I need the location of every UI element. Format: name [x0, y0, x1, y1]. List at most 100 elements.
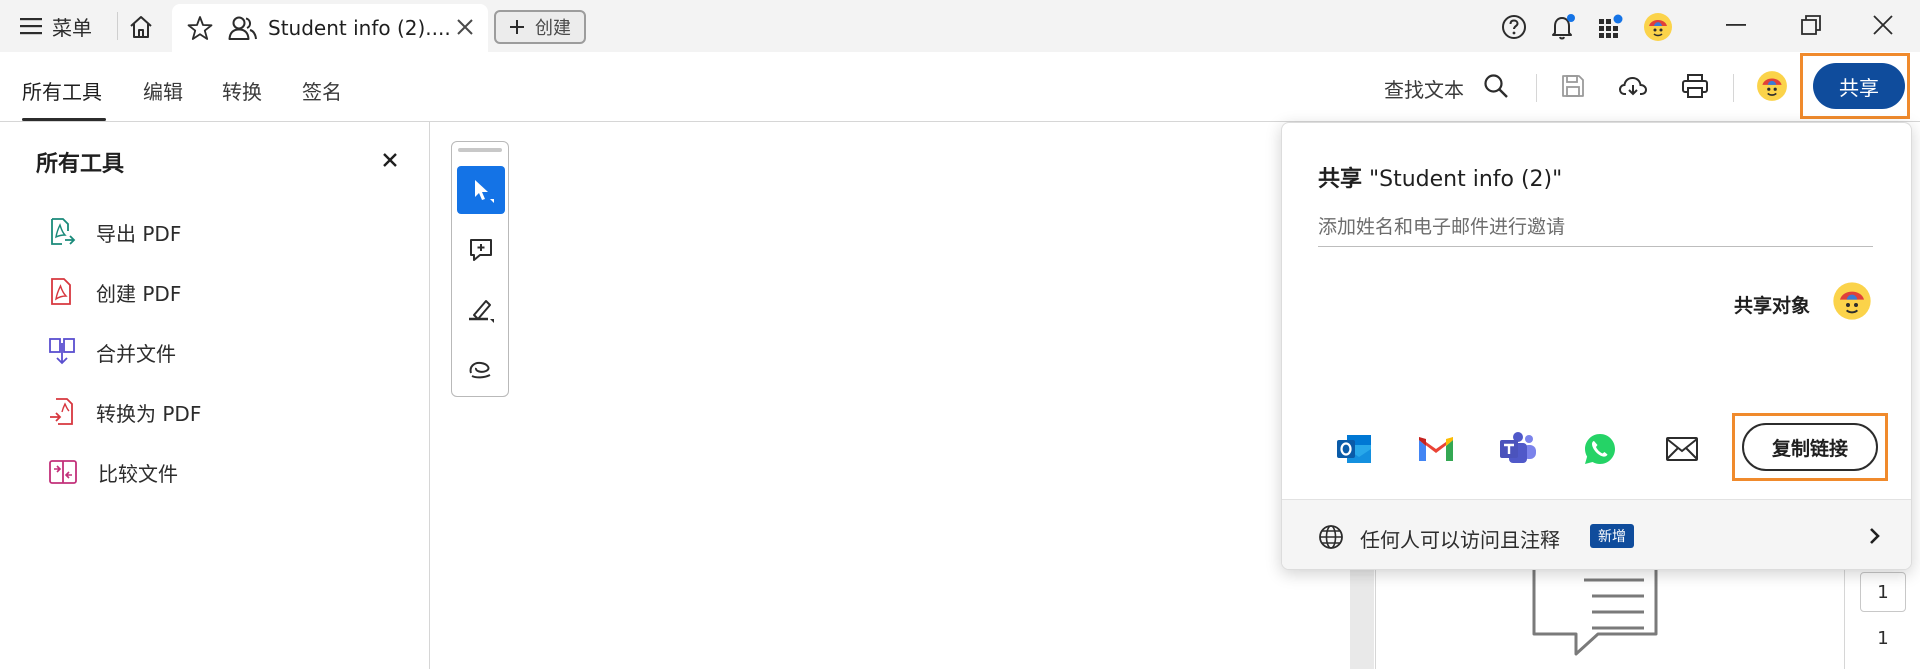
shared-people-icon [228, 14, 258, 42]
find-text-label[interactable]: 查找文本 [1384, 74, 1464, 103]
tool-label: 导出 PDF [96, 221, 182, 246]
share-dialog-title: 共享 "Student info (2)" [1318, 161, 1562, 193]
highlight-tool-button[interactable] [457, 286, 505, 334]
tab-convert[interactable]: 转换 [222, 76, 262, 105]
page-number-input[interactable]: 1 [1860, 572, 1906, 612]
document-tab[interactable]: Student info (2).... [172, 4, 488, 52]
link-access-text: 任何人可以访问且注释 [1360, 528, 1560, 552]
add-comment-button[interactable] [457, 226, 505, 274]
restore-icon [1801, 15, 1821, 35]
share-whatsapp-button[interactable] [1580, 429, 1620, 469]
share-gmail-button[interactable] [1416, 429, 1456, 469]
tab-edit[interactable]: 编辑 [143, 76, 183, 105]
quick-tools-bar [451, 141, 509, 397]
new-badge: 新增 [1590, 524, 1634, 548]
tool-label: 转换为 PDF [96, 401, 202, 426]
active-tab-indicator [22, 118, 106, 121]
create-pdf-icon [48, 277, 76, 307]
link-access-settings[interactable]: 任何人可以访问且注释 新增 [1282, 499, 1911, 569]
share-dialog: 共享 "Student info (2)" 共享对象 复制链接 任何人可以 [1281, 122, 1912, 570]
avatar-icon [1643, 12, 1673, 42]
tool-convert-to-pdf[interactable]: 转换为 PDF [48, 394, 201, 430]
tab-sign[interactable]: 签名 [302, 76, 342, 105]
cursor-icon [466, 175, 496, 205]
divider [1733, 74, 1734, 102]
whatsapp-icon [1582, 431, 1618, 467]
share-email-button[interactable] [1662, 429, 1702, 469]
convert-to-pdf-icon [48, 397, 76, 427]
drag-handle[interactable] [458, 148, 502, 152]
window-close-button[interactable] [1863, 10, 1903, 40]
home-button[interactable] [126, 12, 156, 42]
notifications-button[interactable] [1548, 12, 1578, 42]
menu-button[interactable]: 菜单 [20, 12, 92, 40]
star-icon[interactable] [186, 14, 214, 42]
share-title-document: "Student info (2)" [1362, 167, 1563, 192]
outlook-icon [1335, 431, 1373, 467]
divider [1536, 74, 1537, 102]
toolbar-avatar-button[interactable] [1756, 70, 1788, 102]
avatar [1832, 281, 1872, 321]
restore-button[interactable] [1791, 10, 1831, 40]
save-icon [1560, 73, 1586, 99]
highlighter-icon [466, 295, 496, 325]
tool-label: 合并文件 [96, 341, 176, 366]
minimize-icon [1726, 23, 1746, 27]
cloud-sync-icon [1618, 73, 1648, 99]
create-button[interactable]: 创建 [494, 10, 586, 44]
select-tool-button[interactable] [457, 166, 505, 214]
tab-title: Student info (2).... [268, 16, 451, 40]
share-to-label: 共享对象 [1734, 295, 1811, 317]
close-icon [1873, 15, 1893, 35]
close-tab-icon[interactable] [456, 18, 474, 36]
divider [117, 12, 118, 40]
printer-icon [1681, 73, 1709, 99]
mail-icon [1665, 436, 1699, 462]
print-button[interactable] [1679, 70, 1711, 102]
draw-tool-button[interactable] [457, 346, 505, 394]
tool-export-pdf[interactable]: 导出 PDF [48, 214, 181, 250]
globe-icon [1318, 524, 1344, 550]
close-panel-icon[interactable] [382, 152, 398, 168]
user-avatar-button[interactable] [1643, 12, 1673, 42]
save-button[interactable] [1557, 70, 1589, 102]
tool-combine-files[interactable]: 合并文件 [48, 334, 176, 370]
tab-all-tools[interactable]: 所有工具 [22, 76, 102, 105]
apps-grid-icon [1597, 13, 1625, 41]
freehand-draw-icon [466, 357, 496, 383]
plus-icon [509, 19, 525, 35]
page-total: 1 [1877, 628, 1889, 649]
tool-label: 比较文件 [98, 461, 178, 486]
search-button[interactable] [1480, 70, 1512, 102]
copy-link-button[interactable]: 复制链接 [1742, 423, 1878, 471]
invite-email-input[interactable] [1318, 207, 1873, 247]
tool-label: 创建 PDF [96, 281, 182, 306]
gmail-icon [1417, 434, 1455, 464]
home-icon [128, 15, 154, 39]
tool-compare-files[interactable]: 比较文件 [48, 454, 178, 490]
teams-icon [1498, 431, 1538, 467]
create-label: 创建 [535, 18, 571, 39]
cloud-sync-button[interactable] [1617, 70, 1649, 102]
bell-icon [1549, 13, 1577, 41]
hamburger-icon [20, 17, 42, 35]
combine-files-icon [48, 337, 76, 367]
help-button[interactable] [1499, 12, 1529, 42]
title-bar: 菜单 Student info (2).... 创建 [0, 0, 1920, 52]
main-toolbar: 所有工具 编辑 转换 签名 查找文本 [0, 52, 1920, 122]
share-teams-button[interactable] [1498, 429, 1538, 469]
panel-title: 所有工具 [36, 152, 125, 177]
document-gutter [1350, 560, 1374, 669]
avatar-icon [1756, 70, 1788, 102]
share-outlook-button[interactable] [1334, 429, 1374, 469]
share-button[interactable]: 共享 [1813, 63, 1905, 109]
comment-add-icon [467, 236, 495, 264]
apps-button[interactable] [1596, 12, 1626, 42]
share-title-prefix: 共享 [1318, 167, 1363, 192]
minimize-button[interactable] [1716, 10, 1756, 40]
all-tools-panel: 所有工具 导出 PDF 创建 PDF 合并文件 转换为 PDF 比较文件 [0, 122, 430, 669]
chevron-right-icon [1868, 526, 1882, 546]
help-icon [1501, 14, 1527, 40]
tool-create-pdf[interactable]: 创建 PDF [48, 274, 181, 310]
export-pdf-icon [48, 217, 76, 247]
